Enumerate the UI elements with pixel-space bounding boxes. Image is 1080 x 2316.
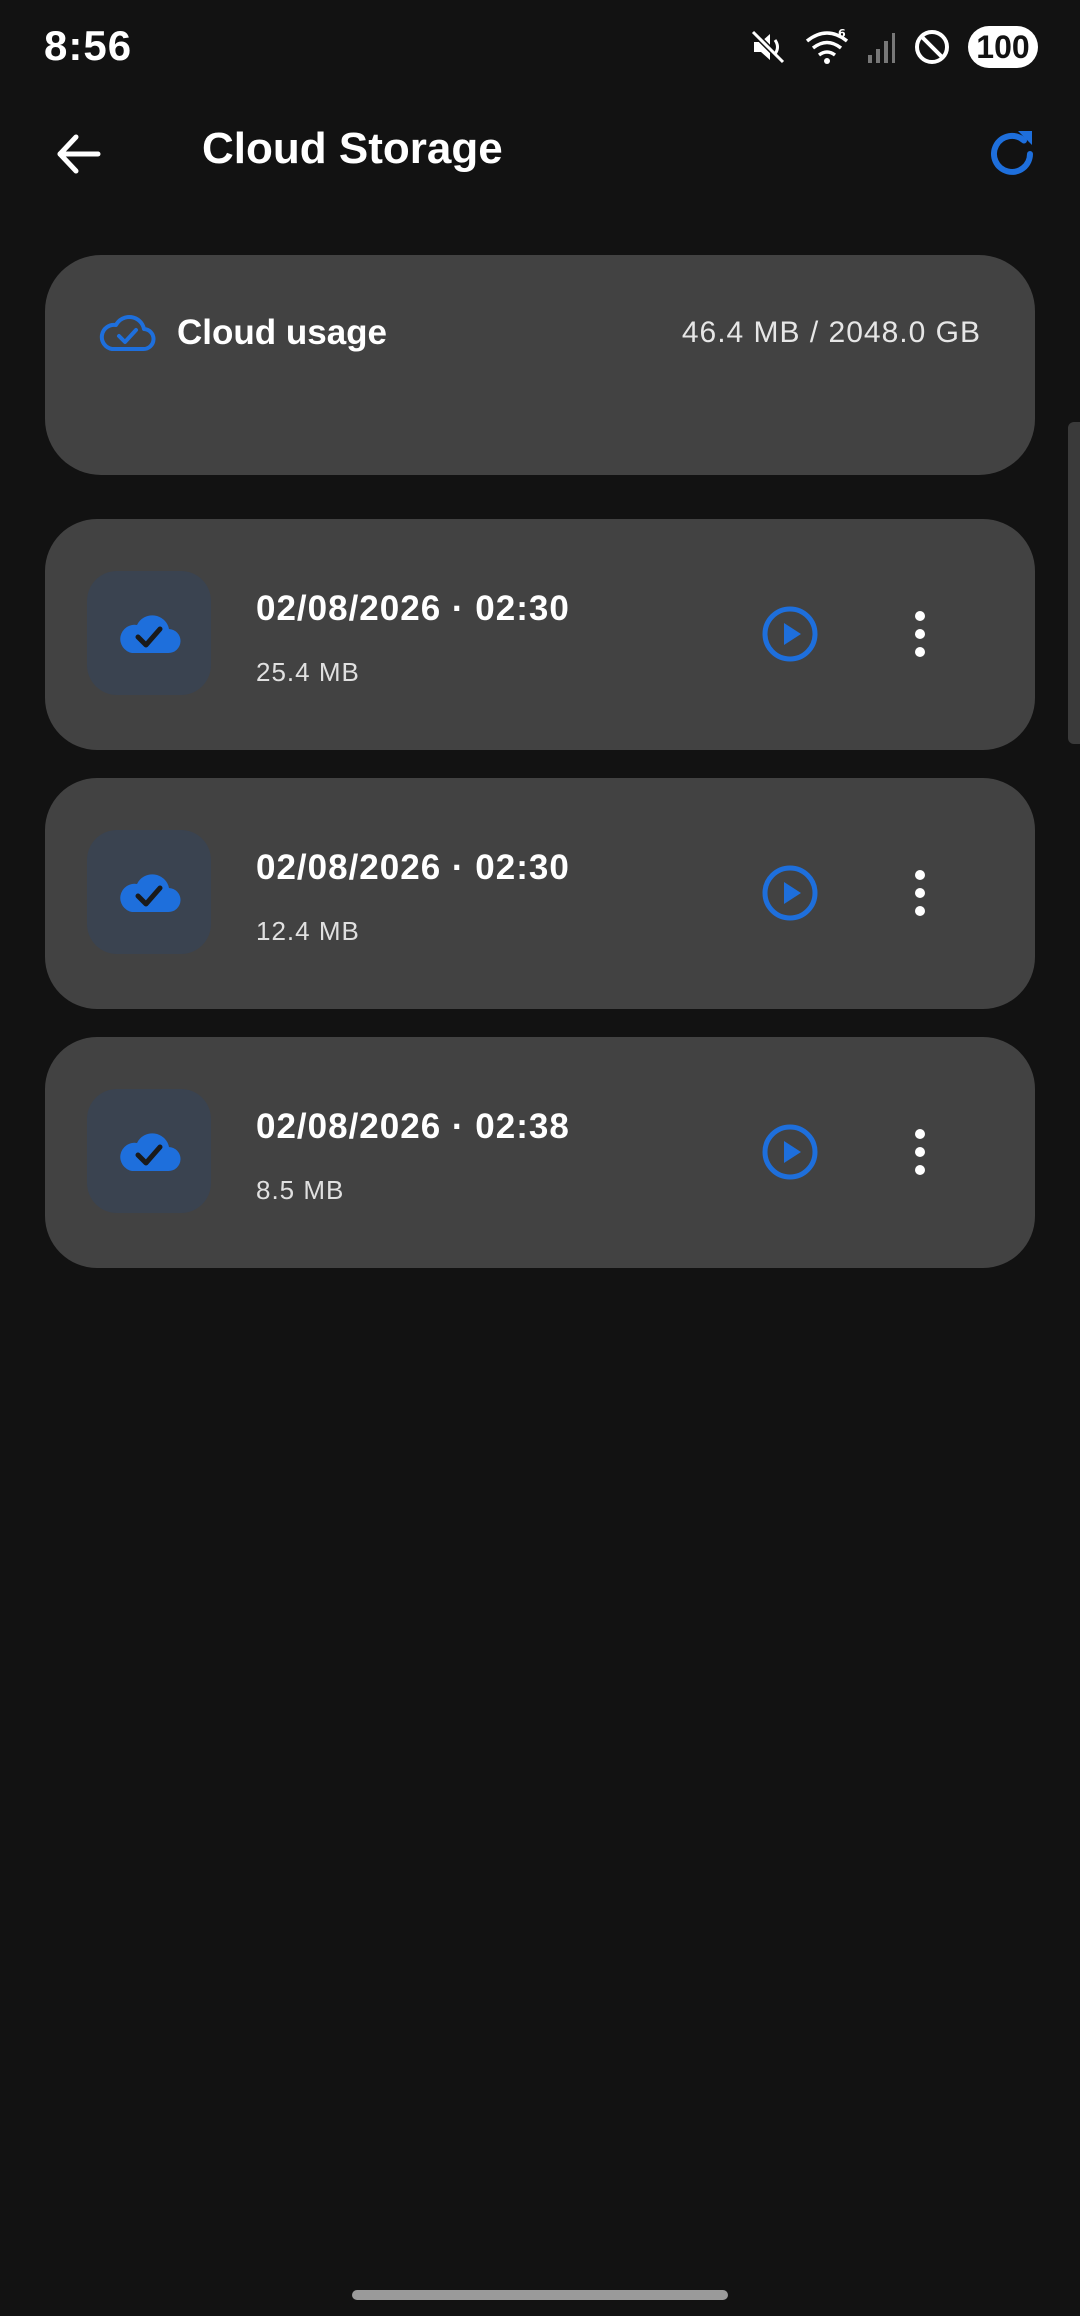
more-vertical-icon: [915, 870, 925, 916]
play-circle-icon: [762, 1124, 818, 1180]
status-bar: 8:56 6 100: [0, 0, 1080, 96]
recording-item[interactable]: 02/08/2026 · 02:30 25.4 MB: [45, 519, 1035, 750]
recording-size: 12.4 MB: [256, 916, 360, 946]
play-button[interactable]: [755, 1117, 825, 1187]
status-icons: 6 100: [748, 24, 1038, 70]
do-not-disturb-icon: [912, 27, 952, 67]
arrow-left-icon: [57, 134, 101, 174]
back-button[interactable]: [40, 116, 116, 192]
refresh-icon: [991, 131, 1033, 175]
svg-text:6: 6: [838, 27, 846, 40]
home-indicator[interactable]: [352, 2290, 728, 2300]
cloud-usage-value: 46.4 MB / 2048.0 GB: [681, 316, 981, 349]
mute-icon: [748, 27, 788, 67]
recording-item[interactable]: 02/08/2026 · 02:38 8.5 MB: [45, 1037, 1035, 1268]
cloud-usage-label: Cloud usage: [177, 313, 388, 352]
page-title: Cloud Storage: [202, 124, 503, 173]
battery-indicator: 100: [968, 26, 1038, 68]
recording-size: 8.5 MB: [256, 1175, 345, 1205]
recording-thumbnail: [87, 1089, 211, 1213]
status-time: 8:56: [44, 22, 133, 69]
more-options-button[interactable]: [900, 1117, 940, 1187]
recording-title: 02/08/2026 · 02:30: [256, 589, 570, 628]
app-bar: Cloud Storage: [0, 96, 1080, 212]
screen: 8:56 6 100 Cloud Storage Cloud usage 46.…: [0, 0, 1080, 2316]
recording-title: 02/08/2026 · 02:30: [256, 848, 570, 887]
recording-size: 25.4 MB: [256, 657, 360, 687]
more-vertical-icon: [915, 611, 925, 657]
scrollbar-thumb[interactable]: [1068, 422, 1080, 744]
more-vertical-icon: [915, 1129, 925, 1175]
recording-thumbnail: [87, 830, 211, 954]
cloud-usage-card: Cloud usage 46.4 MB / 2048.0 GB: [45, 255, 1035, 475]
play-button[interactable]: [755, 858, 825, 928]
play-button[interactable]: [755, 599, 825, 669]
cloud-check-icon: [120, 615, 181, 654]
play-circle-icon: [762, 606, 818, 662]
recording-item[interactable]: 02/08/2026 · 02:30 12.4 MB: [45, 778, 1035, 1009]
play-circle-icon: [762, 865, 818, 921]
recording-title: 02/08/2026 · 02:38: [256, 1107, 570, 1146]
wifi-icon: 6: [804, 27, 850, 67]
cloud-check-icon: [120, 1133, 181, 1172]
cloud-check-icon: [120, 874, 181, 913]
recording-thumbnail: [87, 571, 211, 695]
signal-icon: [866, 27, 896, 67]
cloud-check-outline-icon: [99, 314, 156, 351]
more-options-button[interactable]: [900, 858, 940, 928]
more-options-button[interactable]: [900, 599, 940, 669]
refresh-button[interactable]: [974, 116, 1050, 192]
